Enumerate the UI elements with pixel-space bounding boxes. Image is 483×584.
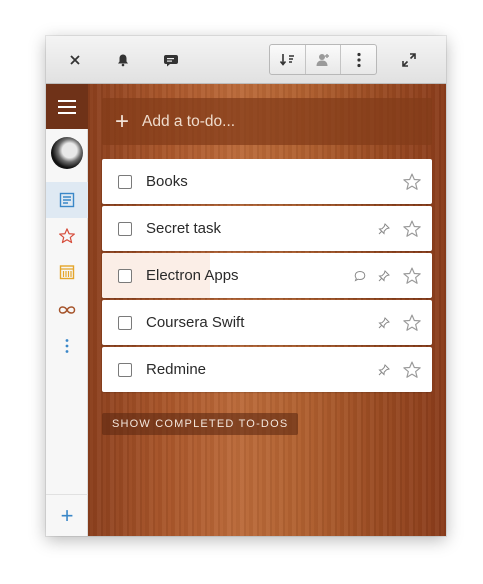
task-row[interactable]: Redmine [102, 347, 432, 392]
toolbar [46, 36, 446, 84]
task-title: Books [146, 173, 188, 190]
star-icon[interactable] [401, 171, 423, 193]
task-checkbox[interactable] [118, 221, 132, 236]
add-list-button[interactable]: + [46, 494, 88, 536]
task-checkbox[interactable] [118, 174, 132, 189]
task-title: Coursera Swift [146, 314, 245, 331]
alarm-bell-icon[interactable] [108, 45, 138, 75]
task-list-area: + Add a to-do... Books Secret task Elect… [88, 84, 446, 536]
sidebar: + [46, 84, 88, 536]
add-todo-placeholder: Add a to-do... [142, 112, 236, 130]
add-todo-input[interactable]: + Add a to-do... [102, 98, 432, 145]
hamburger-menu-button[interactable] [46, 84, 88, 129]
expand-icon[interactable] [394, 45, 424, 75]
star-icon[interactable] [401, 359, 423, 381]
sidebar-item-starred[interactable] [46, 218, 88, 254]
toolbar-button-group [269, 44, 377, 75]
comment-icon[interactable] [157, 45, 187, 75]
sidebar-item-more[interactable] [46, 328, 88, 364]
pin-icon [377, 316, 391, 330]
more-vertical-icon[interactable] [341, 45, 376, 74]
pin-icon [377, 363, 391, 377]
assign-user-icon[interactable] [306, 45, 342, 74]
plus-icon: + [114, 107, 129, 135]
more-vertical-icon [65, 339, 69, 353]
task-checkbox[interactable] [118, 362, 132, 377]
star-icon [59, 228, 75, 244]
task-title: Secret task [146, 220, 222, 237]
star-icon[interactable] [401, 265, 423, 287]
list-icon [59, 192, 75, 208]
task-row[interactable]: Books [102, 159, 432, 204]
show-completed-button[interactable]: SHOW COMPLETED TO-DOS [102, 413, 299, 435]
task-row[interactable]: Coursera Swift [102, 300, 432, 345]
sidebar-item-all[interactable] [46, 292, 88, 328]
infinity-icon [58, 306, 76, 314]
star-icon[interactable] [401, 312, 423, 334]
task-row[interactable]: Secret task [102, 206, 432, 251]
sidebar-item-inbox[interactable] [46, 182, 88, 218]
app-window: + + Add a to-do... Books Secret task Ele… [46, 36, 446, 536]
task-title: Redmine [146, 361, 207, 378]
task-title: Electron Apps [146, 267, 239, 284]
pin-icon [377, 269, 391, 283]
task-checkbox[interactable] [118, 315, 132, 330]
comment-icon [353, 269, 367, 283]
pin-icon [377, 222, 391, 236]
task-row[interactable]: Electron Apps [102, 253, 432, 298]
plus-icon: + [60, 503, 74, 528]
star-icon[interactable] [401, 218, 423, 240]
sort-download-icon[interactable] [270, 45, 306, 74]
sidebar-item-week[interactable] [46, 254, 88, 290]
task-checkbox[interactable] [118, 268, 132, 283]
avatar[interactable] [51, 137, 83, 169]
close-icon[interactable] [60, 45, 90, 75]
hamburger-icon [58, 99, 76, 114]
calendar-icon [59, 265, 75, 280]
